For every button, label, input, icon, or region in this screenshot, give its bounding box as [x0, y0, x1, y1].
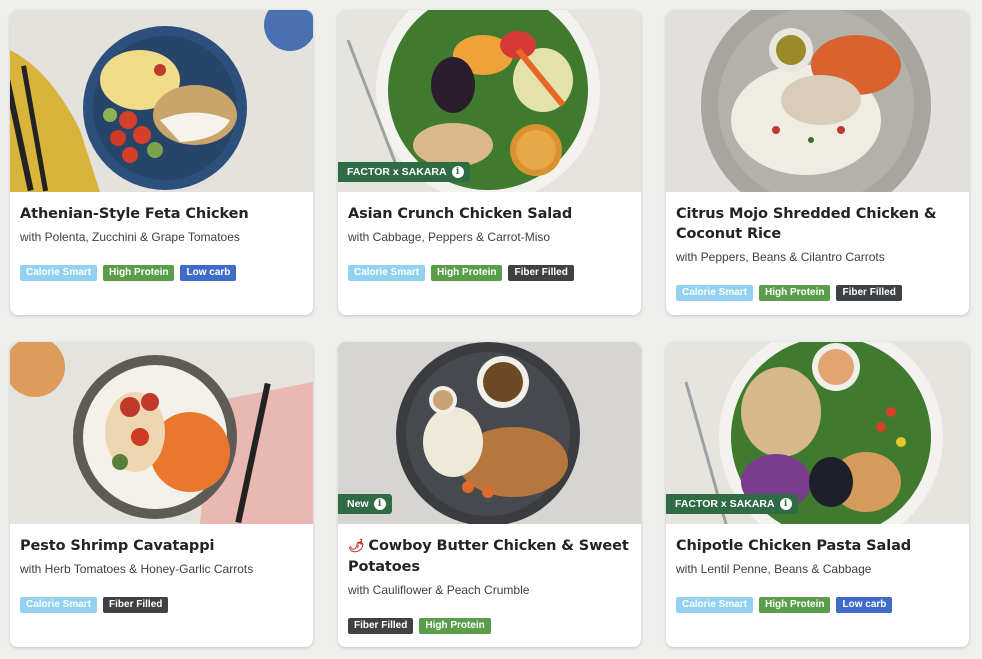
meal-card[interactable]: Pesto Shrimp Cavatappi with Herb Tomatoe…: [10, 342, 313, 647]
meal-card[interactable]: Citrus Mojo Shredded Chicken & Coconut R…: [666, 10, 969, 315]
meal-title: 🌶 Cowboy Butter Chicken & Sweet Potatoes: [348, 536, 631, 577]
meal-subtitle: with Cauliflower & Peach Crumble: [348, 583, 530, 597]
partner-tag: FACTOR x SAKARA i: [338, 162, 470, 182]
fiber-filled-badge: Fiber Filled: [836, 285, 902, 301]
meal-subtitle: with Polenta, Zucchini & Grape Tomatoes: [20, 230, 240, 244]
info-icon[interactable]: i: [451, 166, 464, 178]
info-icon[interactable]: i: [779, 498, 792, 510]
meal-card[interactable]: FACTOR x SAKARA i Asian Crunch Chicken S…: [338, 10, 641, 315]
tag-label: New: [347, 498, 369, 510]
calorie-smart-badge: Calorie Smart: [20, 265, 98, 281]
badge-list: Calorie Smart High Protein Fiber Filled: [676, 285, 959, 301]
meal-title: Athenian-Style Feta Chicken: [20, 206, 249, 222]
meal-card[interactable]: FACTOR x SAKARA i Chipotle Chicken Pasta…: [666, 342, 969, 647]
high-protein-badge: High Protein: [419, 618, 491, 634]
badge-list: Calorie Smart High Protein Low carb: [676, 597, 959, 613]
calorie-smart-badge: Calorie Smart: [348, 265, 426, 281]
meal-title-text: Cowboy Butter Chicken & Sweet Potatoes: [348, 538, 629, 575]
tag-label: FACTOR x SAKARA: [675, 498, 775, 510]
info-icon[interactable]: i: [373, 498, 386, 510]
fiber-filled-badge: Fiber Filled: [508, 265, 574, 281]
new-tag: New i: [338, 494, 392, 514]
low-carb-badge: Low carb: [180, 265, 237, 281]
meal-photo: New i: [338, 342, 641, 524]
high-protein-badge: High Protein: [103, 265, 175, 281]
fiber-filled-badge: Fiber Filled: [348, 618, 414, 634]
high-protein-badge: High Protein: [759, 285, 831, 301]
badge-list: Fiber Filled High Protein: [348, 618, 631, 634]
high-protein-badge: High Protein: [431, 265, 503, 281]
meal-title: Asian Crunch Chicken Salad: [348, 206, 573, 222]
tag-label: FACTOR x SAKARA: [347, 166, 447, 178]
calorie-smart-badge: Calorie Smart: [676, 285, 754, 301]
calorie-smart-badge: Calorie Smart: [20, 597, 98, 613]
chili-pepper-icon: 🌶: [348, 539, 365, 554]
badge-list: Calorie Smart Fiber Filled: [20, 597, 303, 613]
high-protein-badge: High Protein: [759, 597, 831, 613]
meal-subtitle: with Lentil Penne, Beans & Cabbage: [676, 562, 872, 576]
meal-title: Chipotle Chicken Pasta Salad: [676, 538, 912, 554]
meal-photo: FACTOR x SAKARA i: [338, 10, 641, 192]
meal-subtitle: with Herb Tomatoes & Honey-Garlic Carrot…: [20, 562, 254, 576]
meal-subtitle: with Cabbage, Peppers & Carrot-Miso: [348, 230, 551, 244]
meal-photo: [666, 10, 969, 192]
meal-title: Pesto Shrimp Cavatappi: [20, 538, 215, 554]
meal-photo: FACTOR x SAKARA i: [666, 342, 969, 524]
fiber-filled-badge: Fiber Filled: [103, 597, 169, 613]
partner-tag: FACTOR x SAKARA i: [666, 494, 798, 514]
calorie-smart-badge: Calorie Smart: [676, 597, 754, 613]
meal-card[interactable]: Athenian-Style Feta Chicken with Polenta…: [10, 10, 313, 315]
low-carb-badge: Low carb: [836, 597, 893, 613]
meal-card[interactable]: New i 🌶 Cowboy Butter Chicken & Sweet Pot…: [338, 342, 641, 647]
badge-list: Calorie Smart High Protein Low carb: [20, 265, 303, 281]
meal-photo: [10, 10, 313, 192]
badge-list: Calorie Smart High Protein Fiber Filled: [348, 265, 631, 281]
meal-title: Citrus Mojo Shredded Chicken & Coconut R…: [676, 206, 937, 242]
meal-photo: [10, 342, 313, 524]
meal-subtitle: with Peppers, Beans & Cilantro Carrots: [676, 250, 885, 264]
